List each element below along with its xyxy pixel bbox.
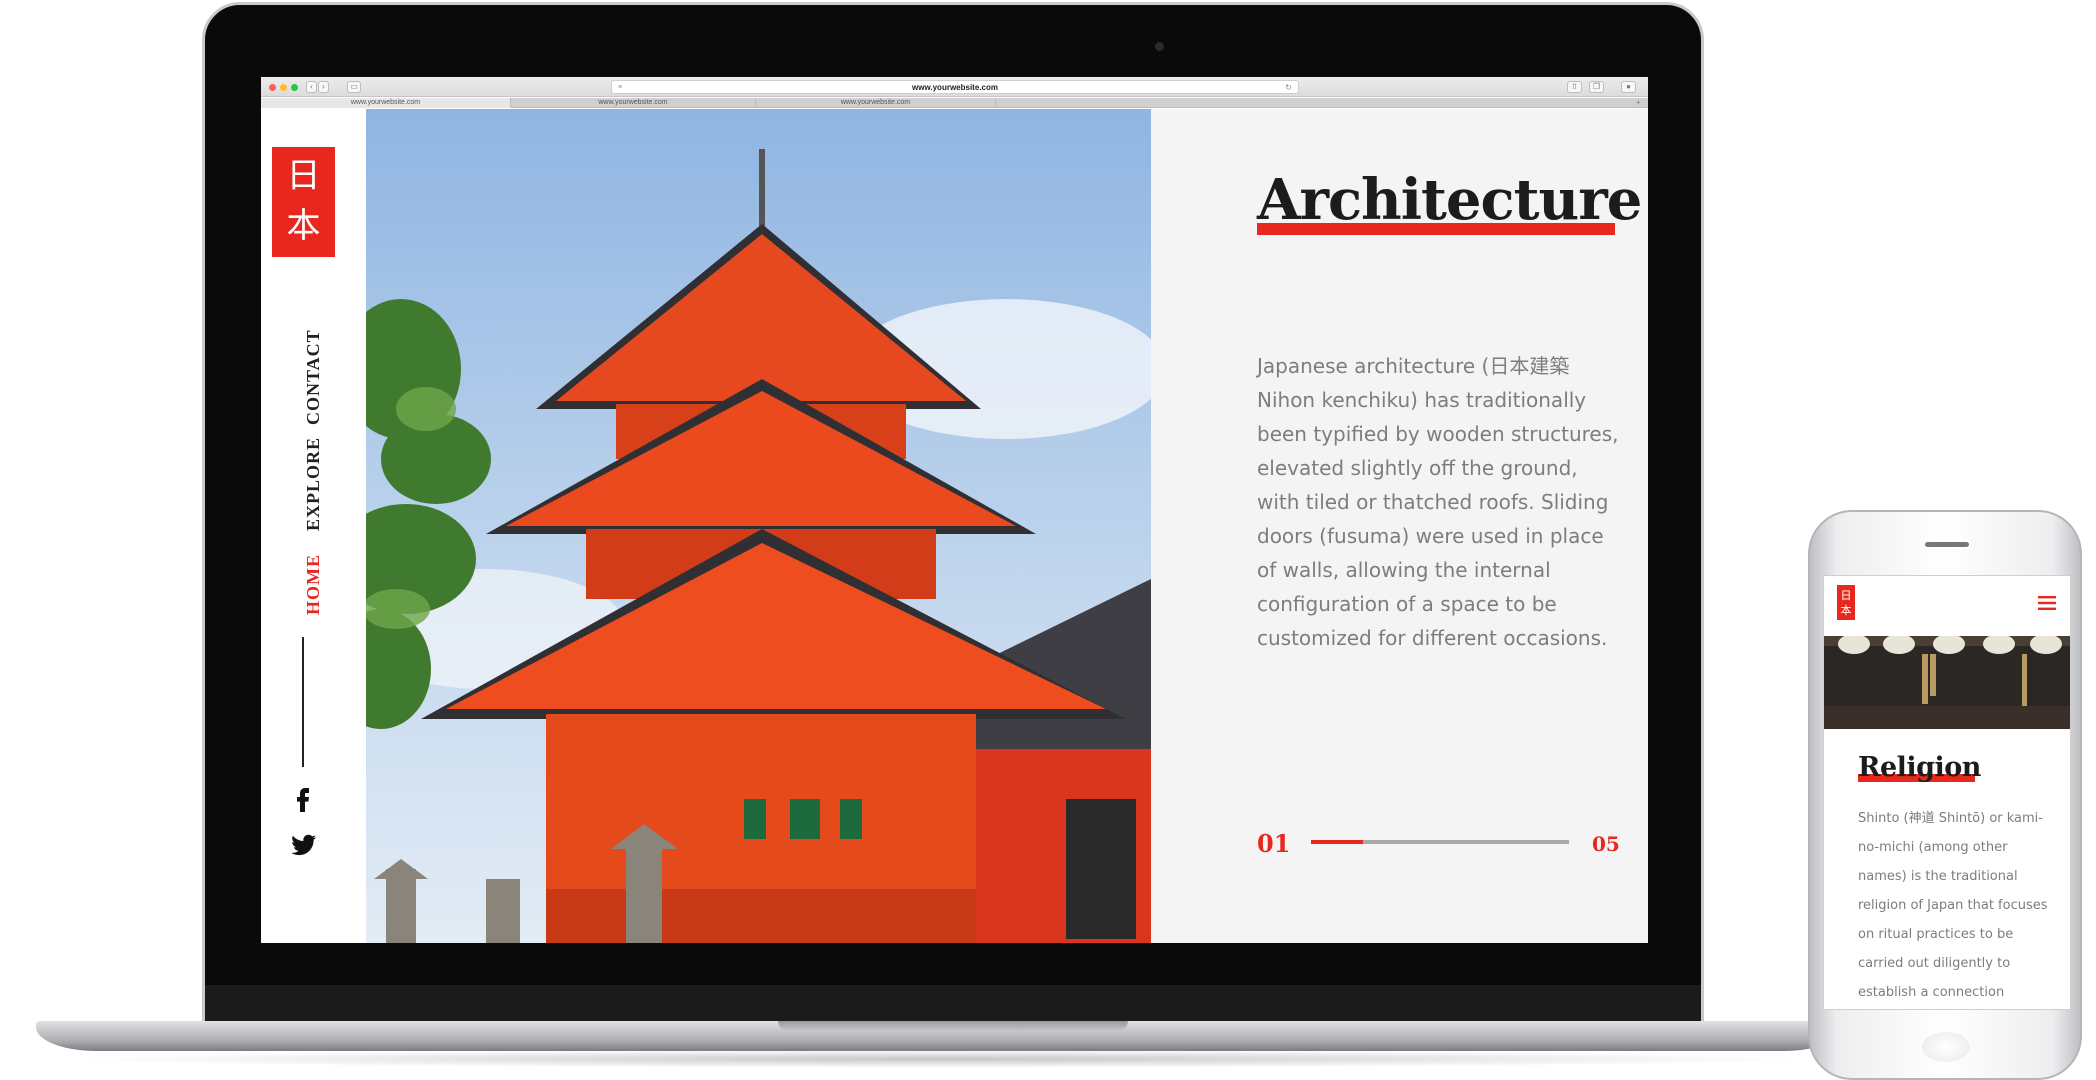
forward-icon[interactable]: › [318, 81, 329, 93]
minimize-window-button[interactable] [280, 84, 287, 91]
slide-progress-fill [1311, 840, 1363, 844]
back-icon[interactable]: ‹ [306, 81, 317, 93]
facebook-icon[interactable] [287, 782, 319, 814]
mobile-article-text: Shinto (神道 Shintō) or kami-no-michi (amo… [1858, 811, 2048, 1000]
reload-icon[interactable]: ↻ [1285, 81, 1292, 94]
extension-icon[interactable]: ● [1621, 81, 1636, 93]
logo-char: 本 [286, 206, 321, 246]
site-sidebar: 日 本 CONTACT EXPLORE HOME [261, 109, 366, 943]
logo-char: 日 [1840, 589, 1852, 602]
mobile-site-logo[interactable]: 日 本 [1837, 585, 1855, 620]
phone-frame: 日 本 Religion Shinto (神道 Shintō) or kami-… [1808, 510, 2082, 1080]
browser-tab[interactable]: www.yourwebsite.com [511, 98, 756, 108]
nav-divider [302, 637, 304, 767]
shrine-photo [1824, 636, 2070, 729]
hamburger-menu-icon[interactable] [2038, 596, 2056, 610]
tabs-overview-icon[interactable]: ❐ [1589, 81, 1604, 93]
phone-speaker [1925, 542, 1969, 547]
phone-screen: 日 本 Religion Shinto (神道 Shintō) or kami-… [1823, 575, 2071, 1010]
nav-explore[interactable]: EXPLORE [303, 437, 324, 531]
mobile-page-title: Religion [1858, 752, 1981, 783]
browser-tab[interactable]: www.yourwebsite.com [261, 98, 511, 108]
close-window-button[interactable] [269, 84, 276, 91]
browser-tab-bar: × www.yourwebsite.com www.yourwebsite.co… [261, 98, 1648, 108]
shrine-image [1824, 636, 2070, 729]
article-text: Japanese architecture (日本建築 Nihon kenchi… [1257, 354, 1619, 650]
maximize-window-button[interactable] [291, 84, 298, 91]
laptop-chin [205, 985, 1701, 1021]
logo-char: 日 [286, 156, 321, 196]
website-page: 日 本 CONTACT EXPLORE HOME Architecture Ja… [261, 109, 1648, 943]
pagoda-image [366, 109, 1151, 943]
laptop-shadow [60, 1050, 1820, 1068]
phone-home-button[interactable] [1922, 1032, 1970, 1062]
url-text: www.yourwebsite.com [912, 83, 998, 92]
browser-tab[interactable]: www.yourwebsite.com [756, 98, 996, 108]
new-tab-icon[interactable]: + [1636, 98, 1641, 108]
address-bar[interactable]: ≡ www.yourwebsite.com ↻ [611, 80, 1299, 94]
nav-home[interactable]: HOME [303, 554, 324, 615]
content-panel: Architecture Japanese architecture (日本建築… [1151, 109, 1648, 943]
page-title: Architecture [1257, 167, 1642, 233]
site-logo[interactable]: 日 本 [272, 147, 335, 257]
laptop-camera [1155, 42, 1164, 51]
twitter-icon[interactable] [287, 829, 319, 861]
slide-total-number: 05 [1592, 832, 1620, 856]
pagoda-photo [366, 109, 1151, 943]
browser-toolbar: ‹ › ▭ ≡ www.yourwebsite.com ↻ ⇧ ❐ ● [261, 77, 1648, 97]
sidebar-toggle-icon[interactable]: ▭ [347, 81, 361, 93]
slide-progress-bar[interactable] [1311, 840, 1569, 844]
logo-char: 本 [1840, 604, 1852, 617]
laptop-opening-notch [778, 1021, 1128, 1031]
laptop-screen: ‹ › ▭ ≡ www.yourwebsite.com ↻ ⇧ ❐ ● × ww… [261, 77, 1648, 943]
slide-current-number: 01 [1257, 829, 1291, 858]
device-mockup-scene: ‹ › ▭ ≡ www.yourwebsite.com ↻ ⇧ ❐ ● × ww… [0, 0, 2096, 1080]
nav-contact[interactable]: CONTACT [303, 329, 324, 425]
share-icon[interactable]: ⇧ [1567, 81, 1582, 93]
